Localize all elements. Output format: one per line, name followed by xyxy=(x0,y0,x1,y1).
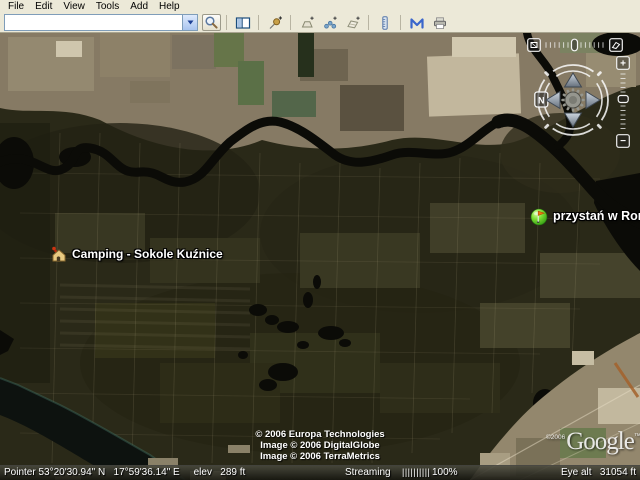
add-polygon-icon xyxy=(299,15,315,31)
email-button[interactable] xyxy=(406,14,427,32)
tilt-reset-button[interactable] xyxy=(528,39,541,52)
search-icon xyxy=(204,15,219,30)
toolbar-separator xyxy=(258,15,259,30)
copyright-line: Image © 2006 DigitalGlobe xyxy=(255,440,384,451)
add-image-overlay-button[interactable] xyxy=(342,14,363,32)
tilt-horizon-button[interactable] xyxy=(610,39,623,52)
add-polygon-button[interactable] xyxy=(296,14,317,32)
search-combobox[interactable] xyxy=(4,14,198,31)
streaming-label: Streaming xyxy=(345,467,391,478)
north-indicator[interactable]: N xyxy=(535,92,548,107)
add-placemark-icon xyxy=(267,15,283,31)
streaming-progress: |||||||||| xyxy=(402,467,430,477)
toolbar-separator xyxy=(290,15,291,30)
search-button[interactable] xyxy=(202,14,221,31)
pan-right-arrow[interactable] xyxy=(586,92,600,109)
print-button[interactable] xyxy=(429,14,450,32)
copyright-line: Image © 2006 TerraMetrics xyxy=(255,451,384,462)
placemark-label: przystań w Rom xyxy=(553,209,640,223)
add-placemark-button[interactable] xyxy=(264,14,285,32)
toolbar-separator xyxy=(400,15,401,30)
google-watermark: ©2006 Google ™ xyxy=(546,429,640,454)
sidebar-toggle-icon xyxy=(235,15,251,31)
pan-down-arrow[interactable] xyxy=(565,113,582,127)
zoom-slider[interactable]: + − xyxy=(616,56,631,153)
flag-icon xyxy=(530,207,548,226)
map-viewport[interactable]: Camping - Sokole Kuźnice przystań w Rom … xyxy=(0,33,640,480)
email-icon xyxy=(409,15,425,31)
menu-tools[interactable]: Tools xyxy=(91,0,125,13)
status-bar: Pointer 53°20'30.94" N 17°59'36.14" E el… xyxy=(0,465,640,480)
svg-text:N: N xyxy=(538,96,545,106)
menu-file[interactable]: File xyxy=(3,0,30,13)
add-path-button[interactable] xyxy=(319,14,340,32)
tilt-slider[interactable] xyxy=(527,38,623,57)
placemark-camping[interactable]: Camping - Sokole Kuźnice xyxy=(50,244,223,264)
copyright-line: © 2006 Europa Technologies xyxy=(255,429,384,440)
menu-view[interactable]: View xyxy=(58,0,91,13)
print-icon xyxy=(432,15,448,31)
compass-center-knob[interactable] xyxy=(563,90,584,111)
compass-navigator[interactable]: N xyxy=(534,61,612,144)
menu-add[interactable]: Add xyxy=(125,0,154,13)
menu-bar: File Edit View Tools Add Help xyxy=(0,0,640,13)
svg-text:−: − xyxy=(620,136,626,147)
zoom-slider-knob[interactable] xyxy=(618,96,628,103)
toolbar xyxy=(0,13,640,33)
imagery-copyright: © 2006 Europa Technologies Image © 2006 … xyxy=(255,429,384,462)
campground-icon xyxy=(50,245,67,263)
ruler-button[interactable] xyxy=(374,14,395,32)
add-image-overlay-icon xyxy=(345,15,361,31)
placemark-label: Camping - Sokole Kuźnice xyxy=(72,247,223,261)
search-input[interactable] xyxy=(5,15,182,30)
streaming-percent: 100% xyxy=(432,467,458,478)
pan-up-arrow[interactable] xyxy=(565,73,582,87)
ruler-icon xyxy=(377,15,393,31)
zoom-in-button[interactable]: + xyxy=(617,57,630,70)
toolbar-separator xyxy=(226,15,227,30)
menu-edit[interactable]: Edit xyxy=(30,0,58,13)
placemark-przystan[interactable]: przystań w Rom xyxy=(530,205,640,227)
zoom-out-button[interactable]: − xyxy=(617,135,630,148)
add-path-icon xyxy=(322,15,338,31)
pointer-coordinates: Pointer 53°20'30.94" N 17°59'36.14" E el… xyxy=(4,467,245,478)
google-earth-window: File Edit View Tools Add Help xyxy=(0,0,640,480)
eye-altitude: Eye alt 31054 ft xyxy=(561,467,636,478)
google-logo: Google xyxy=(566,429,634,454)
logo-copyright: ©2006 xyxy=(546,434,565,441)
toolbar-separator xyxy=(368,15,369,30)
sidebar-toggle-button[interactable] xyxy=(232,14,253,32)
svg-text:+: + xyxy=(620,58,626,69)
menu-help[interactable]: Help xyxy=(154,0,186,13)
chevron-down-icon[interactable] xyxy=(182,15,197,30)
trademark-symbol: ™ xyxy=(634,433,640,440)
tilt-slider-knob[interactable] xyxy=(572,39,578,51)
